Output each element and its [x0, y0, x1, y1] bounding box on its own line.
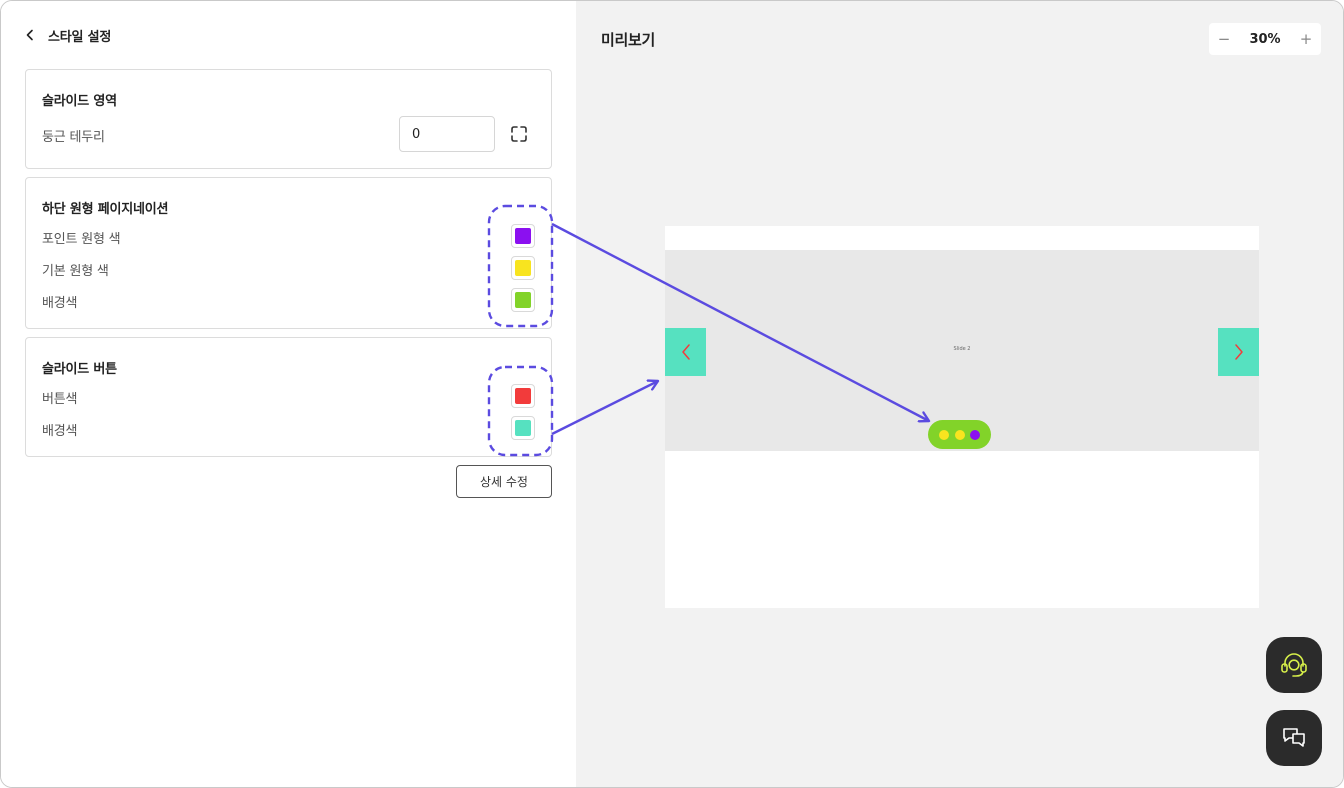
- zoom-out-button[interactable]: −: [1209, 23, 1239, 55]
- pagination-dots: [928, 420, 991, 449]
- swatch-fill: [515, 228, 531, 244]
- pagination-bg-color-swatch[interactable]: [511, 288, 535, 312]
- page-title: 스타일 설정: [48, 29, 112, 45]
- swatch-fill: [515, 260, 531, 276]
- button-bg-label: 배경색: [42, 424, 78, 439]
- pagination-dot-active[interactable]: [970, 429, 981, 440]
- chat-fab[interactable]: [1266, 710, 1322, 766]
- pagination-card: 하단 원형 페이지네이션 포인트 원형 색 기본 원형 색 배경색: [25, 177, 552, 329]
- base-circle-color-swatch[interactable]: [511, 256, 535, 280]
- swatch-fill: [515, 420, 531, 436]
- support-fab[interactable]: [1266, 637, 1322, 693]
- preview-panel: 미리보기 − 30% + Slide 2: [576, 1, 1343, 787]
- slide-area-title: 슬라이드 영역: [42, 94, 117, 109]
- point-circle-label: 포인트 원형 색: [42, 232, 121, 247]
- pagination-title: 하단 원형 페이지네이션: [42, 202, 169, 217]
- preview-title: 미리보기: [601, 31, 656, 49]
- zoom-in-button[interactable]: +: [1291, 23, 1321, 55]
- app-window: 스타일 설정 슬라이드 영역 둥근 테두리 하단 원형 페이지네이션 포인트 원…: [0, 0, 1344, 788]
- chevron-right-icon: [1234, 344, 1243, 360]
- back-header[interactable]: 스타일 설정: [23, 25, 111, 45]
- chevron-left-icon: [681, 344, 690, 360]
- slide-area-card: 슬라이드 영역 둥근 테두리: [25, 69, 552, 169]
- chevron-left-icon[interactable]: [23, 28, 37, 42]
- pagination-bg-label: 배경색: [42, 296, 78, 311]
- pagination-dot[interactable]: [954, 429, 965, 440]
- pagination-dot[interactable]: [938, 429, 949, 440]
- headset-icon: [1281, 653, 1307, 677]
- zoom-control: − 30% +: [1209, 23, 1321, 55]
- slider-preview: Slide 2: [665, 250, 1259, 451]
- slide-label: Slide 2: [953, 346, 971, 352]
- button-color-swatch[interactable]: [511, 384, 535, 408]
- preview-canvas: Slide 2: [665, 226, 1259, 608]
- radius-label: 둥근 테두리: [42, 130, 105, 145]
- slide-button-title: 슬라이드 버튼: [42, 362, 117, 377]
- style-settings-panel: 스타일 설정 슬라이드 영역 둥근 테두리 하단 원형 페이지네이션 포인트 원…: [1, 1, 576, 787]
- slide-button-card: 슬라이드 버튼 버튼색 배경색: [25, 337, 552, 457]
- radius-input[interactable]: [399, 116, 495, 152]
- button-bg-color-swatch[interactable]: [511, 416, 535, 440]
- base-circle-label: 기본 원형 색: [42, 264, 109, 279]
- point-circle-color-swatch[interactable]: [511, 224, 535, 248]
- button-color-label: 버튼색: [42, 392, 78, 407]
- swatch-fill: [515, 388, 531, 404]
- zoom-level: 30%: [1249, 31, 1281, 47]
- detail-edit-button[interactable]: 상세 수정: [456, 465, 552, 498]
- chat-bubbles-icon: [1283, 728, 1305, 747]
- prev-slide-button[interactable]: [665, 328, 706, 376]
- corner-radius-icon[interactable]: [510, 125, 528, 143]
- swatch-fill: [515, 292, 531, 308]
- next-slide-button[interactable]: [1218, 328, 1259, 376]
